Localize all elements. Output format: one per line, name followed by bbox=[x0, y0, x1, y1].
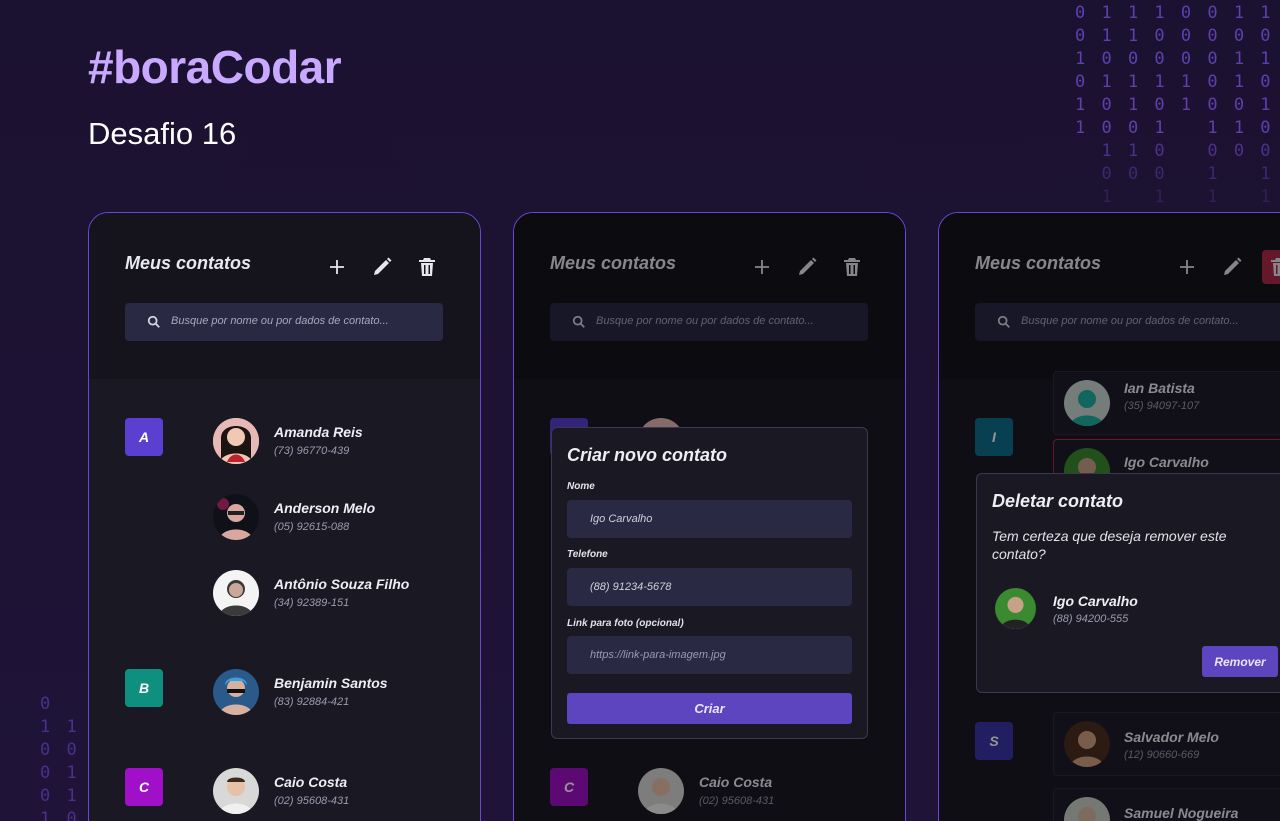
contact-name: Igo Carvalho bbox=[1053, 593, 1138, 609]
contact-name: Benjamin Santos bbox=[274, 675, 388, 691]
photo-label: Link para foto (opcional) bbox=[567, 618, 684, 629]
card-title: Meus contatos bbox=[550, 253, 677, 273]
phone-label: Telefone bbox=[567, 549, 608, 560]
contact-phone: (35) 94097-107 bbox=[1124, 400, 1200, 412]
contact-phone: (02) 95608-431 bbox=[699, 795, 775, 807]
trash-icon[interactable] bbox=[840, 255, 864, 279]
search-icon bbox=[997, 315, 1010, 328]
name-field[interactable]: Igo Carvalho bbox=[567, 500, 852, 538]
avatar bbox=[213, 494, 259, 540]
avatar bbox=[995, 588, 1036, 629]
contact-phone: (05) 92615-088 bbox=[274, 521, 350, 533]
card-title: Meus contatos bbox=[975, 253, 1102, 273]
photo-url-field[interactable]: https://link-para-imagem.jpg bbox=[567, 636, 852, 674]
contact-name: Caio Costa bbox=[699, 774, 773, 790]
create-contact-modal: Criar novo contato Nome Igo Carvalho Tel… bbox=[551, 427, 868, 739]
delete-message: Tem certeza que deseja remover este cont… bbox=[992, 528, 1227, 562]
phone-field[interactable]: (88) 91234-5678 bbox=[567, 568, 852, 606]
contact-name: Anderson Melo bbox=[274, 500, 376, 516]
search-input[interactable]: Busque por nome ou por dados de contato.… bbox=[125, 303, 443, 341]
avatar bbox=[1064, 380, 1110, 426]
card-header: Meus contatos Busque por nome ou por dad… bbox=[89, 213, 480, 379]
group-letter-b: B bbox=[125, 669, 163, 707]
group-letter-c: C bbox=[125, 768, 163, 806]
group-letter-a: A bbox=[125, 418, 163, 456]
create-button[interactable]: Criar bbox=[567, 693, 852, 724]
contact-name: Salvador Melo bbox=[1124, 729, 1219, 745]
contact-name: Caio Costa bbox=[274, 774, 348, 790]
avatar bbox=[213, 768, 259, 814]
modal-title: Criar novo contato bbox=[567, 445, 728, 465]
contact-item[interactable]: Ian Batista (35) 94097-107 bbox=[1053, 371, 1280, 435]
avatar bbox=[213, 570, 259, 616]
brand-title: #boraCodar bbox=[88, 41, 342, 93]
search-placeholder: Busque por nome ou por dados de contato.… bbox=[1021, 315, 1239, 327]
contact-name: Igo Carvalho bbox=[1124, 454, 1209, 470]
pencil-icon[interactable] bbox=[1220, 255, 1244, 279]
card-header: Meus contatos Busque por nome ou por dad… bbox=[514, 213, 905, 379]
group-letter-c: C bbox=[550, 768, 588, 806]
binary-decoration-top: 0 1 1 1 0 0 1 1 0 00 1 1 0 0 0 0 0 0 01 … bbox=[1075, 3, 1280, 207]
contacts-card-create: Meus contatos Busque por nome ou por dad… bbox=[513, 212, 906, 821]
contact-phone: (12) 90660-669 bbox=[1124, 749, 1200, 761]
contact-phone: (02) 95608-431 bbox=[274, 795, 350, 807]
contact-name: Amanda Reis bbox=[274, 424, 363, 440]
search-input[interactable]: Busque por nome ou por dados de contato.… bbox=[550, 303, 868, 341]
remove-button[interactable]: Remover bbox=[1202, 646, 1278, 677]
trash-icon[interactable] bbox=[1262, 250, 1280, 284]
contact-item[interactable]: Samuel Nogueira bbox=[1053, 788, 1280, 821]
contact-name: Antônio Souza Filho bbox=[274, 576, 410, 592]
avatar bbox=[1064, 797, 1110, 821]
challenge-subtitle: Desafio 16 bbox=[88, 116, 237, 151]
group-letter-s: S bbox=[975, 722, 1013, 760]
pencil-icon[interactable] bbox=[370, 255, 394, 279]
delete-contact-modal: Deletar contato Tem certeza que deseja r… bbox=[976, 473, 1280, 693]
plus-icon[interactable] bbox=[325, 255, 349, 279]
card-title: Meus contatos bbox=[125, 253, 252, 273]
search-icon bbox=[147, 315, 160, 328]
search-icon bbox=[572, 315, 585, 328]
avatar bbox=[1064, 721, 1110, 767]
search-placeholder: Busque por nome ou por dados de contato.… bbox=[171, 315, 389, 327]
plus-icon[interactable] bbox=[750, 255, 774, 279]
contact-name: Ian Batista bbox=[1124, 380, 1195, 396]
contact-phone: (88) 94200-555 bbox=[1053, 613, 1129, 625]
binary-decoration-bottom: 01 10 00 1 10 1 11 0 0 bbox=[40, 694, 80, 821]
search-placeholder: Busque por nome ou por dados de contato.… bbox=[596, 315, 814, 327]
contact-name: Samuel Nogueira bbox=[1124, 805, 1239, 821]
group-letter-i: I bbox=[975, 418, 1013, 456]
name-label: Nome bbox=[567, 481, 595, 492]
contacts-card-list: Meus contatos Busque por nome ou por dad… bbox=[88, 212, 481, 821]
card-header: Meus contatos Busque por nome ou por dad… bbox=[939, 213, 1280, 379]
contact-phone: (83) 92884-421 bbox=[274, 696, 350, 708]
contact-item[interactable]: Salvador Melo (12) 90660-669 bbox=[1053, 712, 1280, 776]
avatar bbox=[213, 418, 259, 464]
contact-phone: (73) 96770-439 bbox=[274, 445, 350, 457]
avatar bbox=[638, 768, 684, 814]
contacts-card-delete: Meus contatos Busque por nome ou por dad… bbox=[938, 212, 1280, 821]
contact-phone: (34) 92389-151 bbox=[274, 597, 350, 609]
search-input[interactable]: Busque por nome ou por dados de contato.… bbox=[975, 303, 1280, 341]
avatar bbox=[213, 669, 259, 715]
plus-icon[interactable] bbox=[1175, 255, 1199, 279]
modal-title: Deletar contato bbox=[992, 491, 1124, 511]
pencil-icon[interactable] bbox=[795, 255, 819, 279]
trash-icon[interactable] bbox=[415, 255, 439, 279]
